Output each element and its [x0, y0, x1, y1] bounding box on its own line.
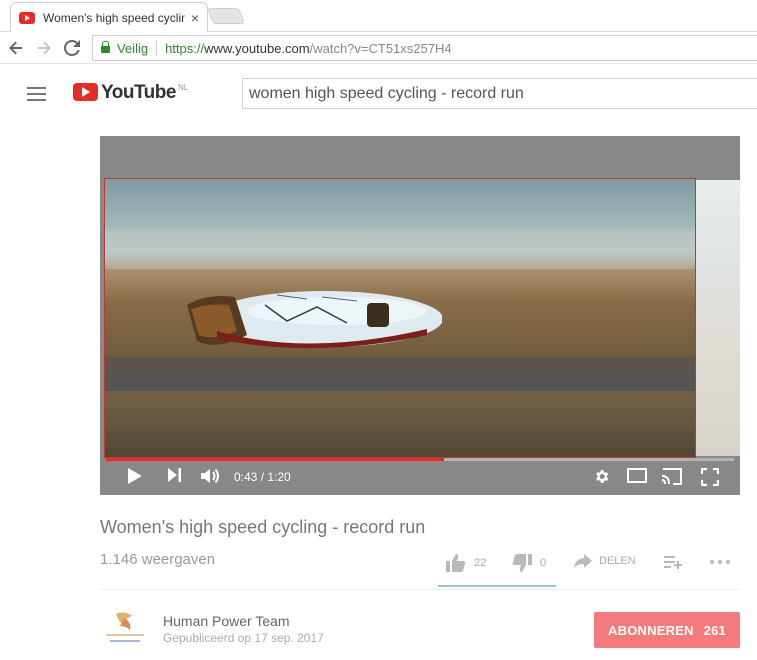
thumbs-down-icon	[512, 554, 532, 572]
share-icon	[574, 554, 592, 568]
velomobile-image	[187, 291, 442, 349]
video-title: Women's high speed cycling - record run	[100, 517, 426, 537]
player-controls: 0:43 / 1:20	[100, 454, 740, 495]
video-frame[interactable]	[104, 178, 696, 458]
progress-fill	[106, 458, 444, 461]
share-button[interactable]: DELEN	[574, 554, 636, 568]
forward-button[interactable]	[32, 36, 56, 60]
like-button[interactable]: 22	[446, 554, 486, 572]
channel-avatar[interactable]	[102, 610, 148, 648]
address-separator	[156, 40, 158, 56]
dislike-count: 0	[540, 557, 547, 569]
address-bar[interactable]: Veilig https:// www.youtube.com /watch?v…	[92, 35, 757, 61]
youtube-header: YouTube NL women high speed cycling - re…	[0, 66, 757, 122]
menu-icon[interactable]	[27, 87, 46, 101]
back-arrow-icon	[9, 41, 22, 54]
browser-tab[interactable]: Women's high speed cycling ×	[10, 2, 208, 32]
browser-tab-strip: Women's high speed cycling ×	[0, 0, 757, 32]
lock-icon	[101, 41, 110, 53]
logo-region-code: NL	[177, 83, 189, 92]
publish-date: Gepubliceerd op 17 sep. 2017	[163, 631, 324, 645]
back-button[interactable]	[4, 36, 28, 60]
dislike-button[interactable]: 0	[512, 554, 546, 572]
video-actions: 22 0 DELEN	[440, 550, 740, 576]
search-query: women high speed cycling - record run	[249, 84, 524, 102]
forward-arrow-icon	[38, 41, 51, 54]
more-actions-icon[interactable]	[710, 560, 730, 564]
view-count: 1.146 weergaven	[100, 551, 216, 568]
thumbs-up-icon	[446, 554, 466, 572]
browser-toolbar: Veilig https:// www.youtube.com /watch?v…	[0, 32, 757, 64]
volume-icon[interactable]	[201, 468, 221, 484]
search-input[interactable]: women high speed cycling - record run	[242, 78, 757, 109]
subscribe-button[interactable]: ABONNEREN 261	[594, 612, 740, 648]
reload-button[interactable]	[60, 36, 84, 60]
tab-title: Women's high speed cycling	[43, 10, 185, 25]
youtube-logo-text: YouTube	[101, 82, 176, 103]
youtube-logo[interactable]: YouTube NL	[73, 83, 188, 103]
time-display: 0:43 / 1:20	[234, 470, 291, 484]
theater-mode-icon[interactable]	[627, 468, 647, 483]
channel-name[interactable]: Human Power Team	[163, 613, 290, 629]
add-to-playlist-icon[interactable]	[664, 555, 682, 569]
like-count: 22	[474, 557, 487, 569]
subscriber-count: 261	[703, 622, 726, 638]
divider	[100, 589, 740, 590]
youtube-play-logo-icon	[73, 83, 98, 101]
next-icon[interactable]	[168, 468, 182, 482]
play-icon[interactable]	[128, 468, 142, 484]
url-protocol: https://	[165, 40, 205, 56]
secure-label: Veilig	[117, 40, 149, 56]
youtube-favicon-icon	[19, 11, 35, 24]
share-label: DELEN	[599, 555, 636, 567]
fullscreen-icon[interactable]	[701, 468, 719, 486]
url-host: www.youtube.com	[204, 40, 310, 56]
reload-icon	[64, 39, 80, 56]
new-tab-button[interactable]	[207, 8, 245, 24]
tab-close-icon[interactable]: ×	[191, 10, 199, 26]
url-path: /watch?v=CT51xs257H4	[309, 40, 452, 56]
subscribe-label: ABONNEREN	[608, 622, 694, 638]
settings-gear-icon[interactable]	[593, 468, 610, 485]
like-ratio-bar	[438, 585, 556, 587]
video-frame-edge	[696, 180, 740, 456]
video-player[interactable]: 0:43 / 1:20	[100, 136, 740, 495]
cast-icon[interactable]	[661, 468, 683, 485]
progress-bar[interactable]	[106, 458, 734, 461]
